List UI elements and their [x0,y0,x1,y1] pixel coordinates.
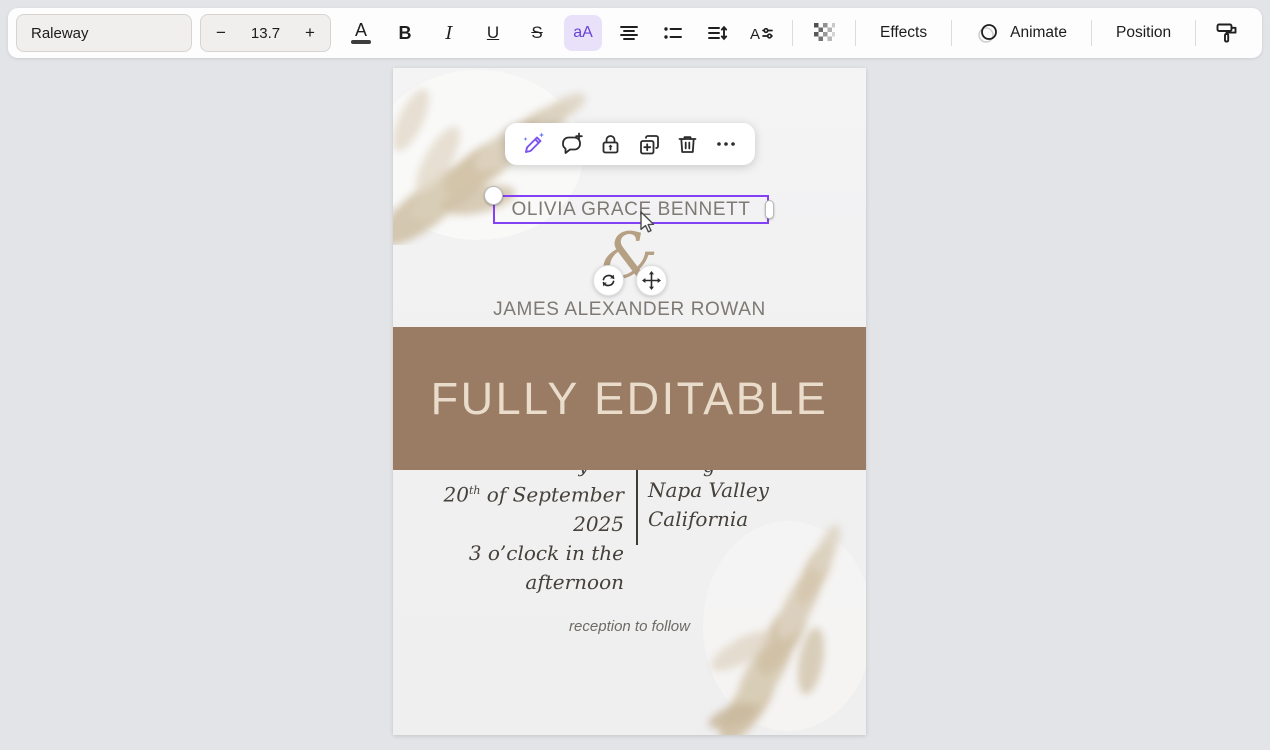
rotate-icon [600,272,617,289]
more-options-button[interactable] [710,128,742,160]
font-family-select[interactable]: Raleway [16,14,192,52]
bullet-list-button[interactable] [653,13,693,53]
svg-text:A: A [750,26,760,43]
effects-button[interactable]: Effects [867,13,940,53]
font-size-increase-button[interactable]: + [294,17,326,49]
text-case-button[interactable]: aA [564,15,602,51]
trash-icon [675,132,700,157]
duplicate-plus-icon [637,132,662,157]
toolbar-divider [855,20,856,46]
design-canvas[interactable]: & JAMES ALEXANDER ROWAN FULLY EDITABLE y… [393,68,866,735]
resize-handle-right[interactable] [765,200,774,219]
comment-plus-icon [560,132,585,157]
font-size-stepper: − 13.7 + [200,14,331,52]
delete-button[interactable] [671,128,703,160]
italic-button[interactable]: I [429,13,469,53]
toolbar-divider [1091,20,1092,46]
magic-pen-icon [521,131,547,157]
more-dots-icon [714,132,738,156]
animate-label: Animate [1010,24,1067,42]
magic-edit-button[interactable] [518,128,550,160]
strikethrough-button[interactable]: S [517,13,557,53]
bullet-list-icon [661,21,685,45]
add-comment-button[interactable] [556,128,588,160]
bride-name-text: OLIVIA GRACE BENNETT [512,199,751,221]
font-size-value[interactable]: 13.7 [251,25,280,42]
reception-note-text[interactable]: reception to follow [393,618,866,635]
selected-text-element[interactable]: OLIVIA GRACE BENNETT [493,195,769,224]
venue-line-2: California [648,505,769,534]
move-icon [642,271,661,290]
lock-icon [598,132,623,157]
toolbar-divider [792,20,793,46]
toolbar-divider [951,20,952,46]
line-spacing-button[interactable] [697,13,737,53]
ampersand-text[interactable]: & [393,220,866,294]
transparency-checkerboard-icon [812,21,836,45]
line-spacing-icon [705,21,729,45]
position-button[interactable]: Position [1103,13,1184,53]
font-size-decrease-button[interactable]: − [205,17,237,49]
bold-button[interactable]: B [385,13,425,53]
text-color-button[interactable]: A [341,13,381,53]
date-time-text[interactable]: 20th of September 2025 3 o’clock in the … [393,476,624,597]
font-family-value: Raleway [31,25,89,42]
rotate-handle[interactable] [593,265,624,296]
resize-handle-top-left[interactable] [484,186,503,205]
paint-roller-icon [1214,20,1240,46]
transparency-button[interactable] [804,13,844,53]
animate-button[interactable]: Animate [963,13,1080,53]
venue-text[interactable]: Napa Valley California [648,476,769,534]
move-handle[interactable] [636,265,667,296]
venue-line-1: Napa Valley [648,476,769,505]
center-align-icon [617,21,641,45]
editor-toolbar: Raleway − 13.7 + A B I U S aA [8,8,1262,58]
time-line: 3 o’clock in the afternoon [393,539,624,597]
groom-name-text[interactable]: JAMES ALEXANDER ROWAN [393,299,866,321]
text-color-icon: A [351,22,371,45]
banner-block[interactable]: FULLY EDITABLE [393,327,866,470]
lock-button[interactable] [595,128,627,160]
detail-divider-line[interactable] [636,470,638,545]
toolbar-divider [1195,20,1196,46]
underline-button[interactable]: U [473,13,513,53]
banner-text: FULLY EDITABLE [431,373,829,425]
element-context-toolbar [505,123,755,165]
date-line: 20th of September 2025 [393,476,624,539]
letter-settings-button[interactable]: A [741,13,781,53]
duplicate-button[interactable] [633,128,665,160]
alignment-button[interactable] [609,13,649,53]
copy-style-button[interactable] [1207,13,1247,53]
animate-circles-icon [976,21,1002,45]
letter-settings-icon: A [748,21,774,45]
